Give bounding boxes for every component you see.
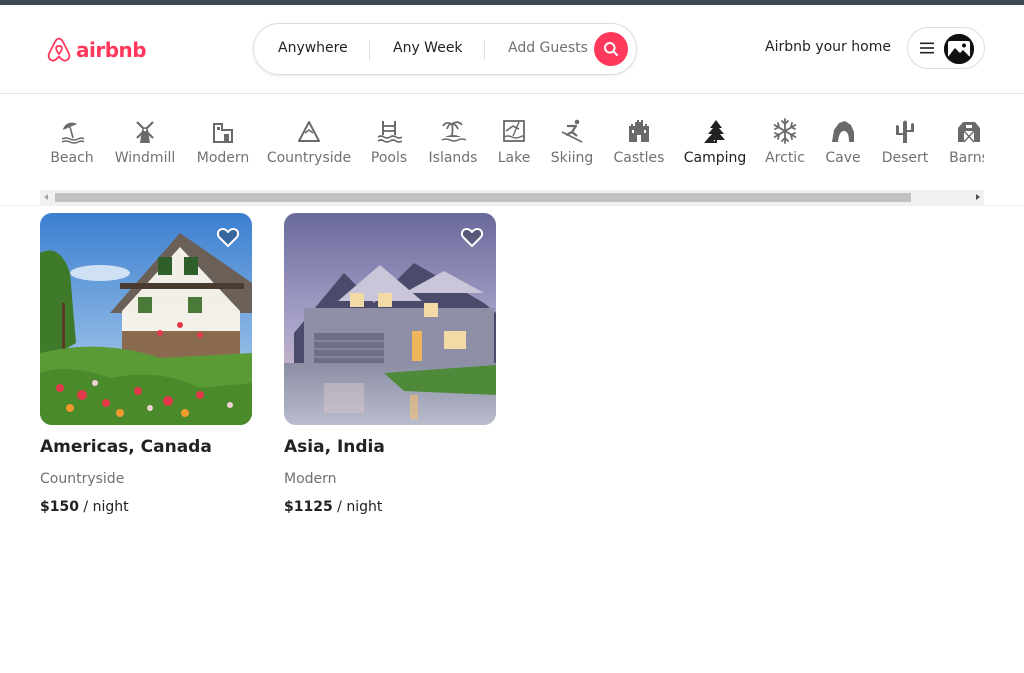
search-button[interactable]: [594, 32, 628, 66]
category-scrollbar[interactable]: [40, 190, 984, 205]
listing-image[interactable]: [284, 213, 496, 425]
category-label: Beach: [50, 150, 94, 166]
category-castles[interactable]: Castles: [613, 118, 665, 166]
divider: [0, 205, 1024, 206]
airbnb-logo-icon: [47, 37, 71, 62]
pool-icon: [377, 121, 402, 143]
category-label: Modern: [196, 150, 250, 166]
avatar-image-icon: [944, 34, 974, 64]
search-bar[interactable]: Anywhere Any Week Add Guests: [253, 23, 637, 75]
snowflake-icon: [773, 118, 797, 144]
category-windmill[interactable]: Windmill: [115, 118, 175, 166]
profile-menu-button[interactable]: [907, 27, 985, 69]
brand-name: airbnb: [76, 38, 147, 62]
category-label: Pools: [370, 150, 408, 166]
listing-card[interactable]: Americas, Canada Countryside $150 / nigh…: [40, 213, 252, 515]
cactus-icon: [896, 120, 914, 143]
category-skiing[interactable]: Skiing: [550, 118, 594, 166]
category-label: Skiing: [550, 150, 594, 166]
category-desert[interactable]: Desert: [881, 118, 929, 166]
search-add-guests[interactable]: Add Guests: [508, 40, 588, 56]
listing-price: $1125 / night: [284, 499, 496, 515]
search-divider: [484, 40, 485, 60]
modern-building-icon: [213, 123, 233, 143]
category-label: Camping: [683, 150, 747, 166]
lake-icon: [503, 120, 525, 142]
category-bar: Beach Windmill Modern Countryside Pools …: [40, 118, 984, 180]
category-label: Castles: [613, 150, 665, 166]
favorite-heart-icon[interactable]: [216, 225, 240, 249]
category-islands[interactable]: Islands: [428, 118, 478, 166]
listing-card[interactable]: Asia, India Modern $1125 / night: [284, 213, 496, 515]
category-camping[interactable]: Camping: [683, 118, 747, 166]
category-label: Lake: [497, 150, 531, 166]
camping-icon: [704, 120, 725, 143]
category-label: Islands: [428, 150, 478, 166]
island-icon: [441, 121, 466, 142]
scrollbar-thumb[interactable]: [55, 193, 911, 202]
category-countryside[interactable]: Countryside: [267, 118, 351, 166]
beach-umbrella-icon: [61, 122, 85, 144]
category-arctic[interactable]: Arctic: [765, 118, 805, 166]
search-icon: [604, 42, 618, 56]
hamburger-menu-icon: [920, 42, 934, 54]
favorite-heart-icon[interactable]: [460, 225, 484, 249]
category-beach[interactable]: Beach: [50, 118, 94, 166]
category-label: Barns: [949, 150, 984, 166]
barn-icon: [958, 122, 980, 143]
category-label: Windmill: [114, 150, 176, 166]
castle-icon: [629, 120, 649, 142]
listing-category: Countryside: [40, 471, 125, 487]
price-amount: $1125: [284, 499, 333, 515]
price-amount: $150: [40, 499, 79, 515]
listing-location: Americas, Canada: [40, 437, 212, 457]
price-unit: / night: [78, 499, 129, 515]
category-barns[interactable]: Barns: [949, 118, 984, 166]
price-unit: / night: [332, 499, 383, 515]
category-lake[interactable]: Lake: [497, 118, 531, 166]
logo[interactable]: airbnb: [46, 35, 147, 65]
listing-price: $150 / night: [40, 499, 252, 515]
scroll-left-arrow-icon[interactable]: [44, 194, 48, 200]
avatar: [944, 34, 974, 64]
listing-image[interactable]: [40, 213, 252, 425]
search-any-week[interactable]: Any Week: [393, 40, 463, 56]
search-anywhere[interactable]: Anywhere: [278, 40, 348, 56]
category-label: Cave: [825, 150, 861, 166]
cave-icon: [832, 121, 854, 142]
category-label: Desert: [881, 150, 929, 166]
category-label: Countryside: [266, 150, 352, 166]
category-modern[interactable]: Modern: [196, 118, 250, 166]
mountain-icon: [298, 121, 320, 142]
listing-location: Asia, India: [284, 437, 385, 457]
header: airbnb Anywhere Any Week Add Guests Airb…: [0, 5, 1024, 94]
skier-icon: [561, 119, 583, 143]
category-pools[interactable]: Pools: [371, 118, 407, 166]
host-link[interactable]: Airbnb your home: [765, 39, 891, 55]
search-divider: [369, 40, 370, 60]
category-label: Arctic: [765, 150, 805, 166]
category-cave[interactable]: Cave: [825, 118, 861, 166]
scroll-right-arrow-icon[interactable]: [976, 194, 980, 200]
windmill-icon: [136, 121, 154, 143]
listing-category: Modern: [284, 471, 337, 487]
